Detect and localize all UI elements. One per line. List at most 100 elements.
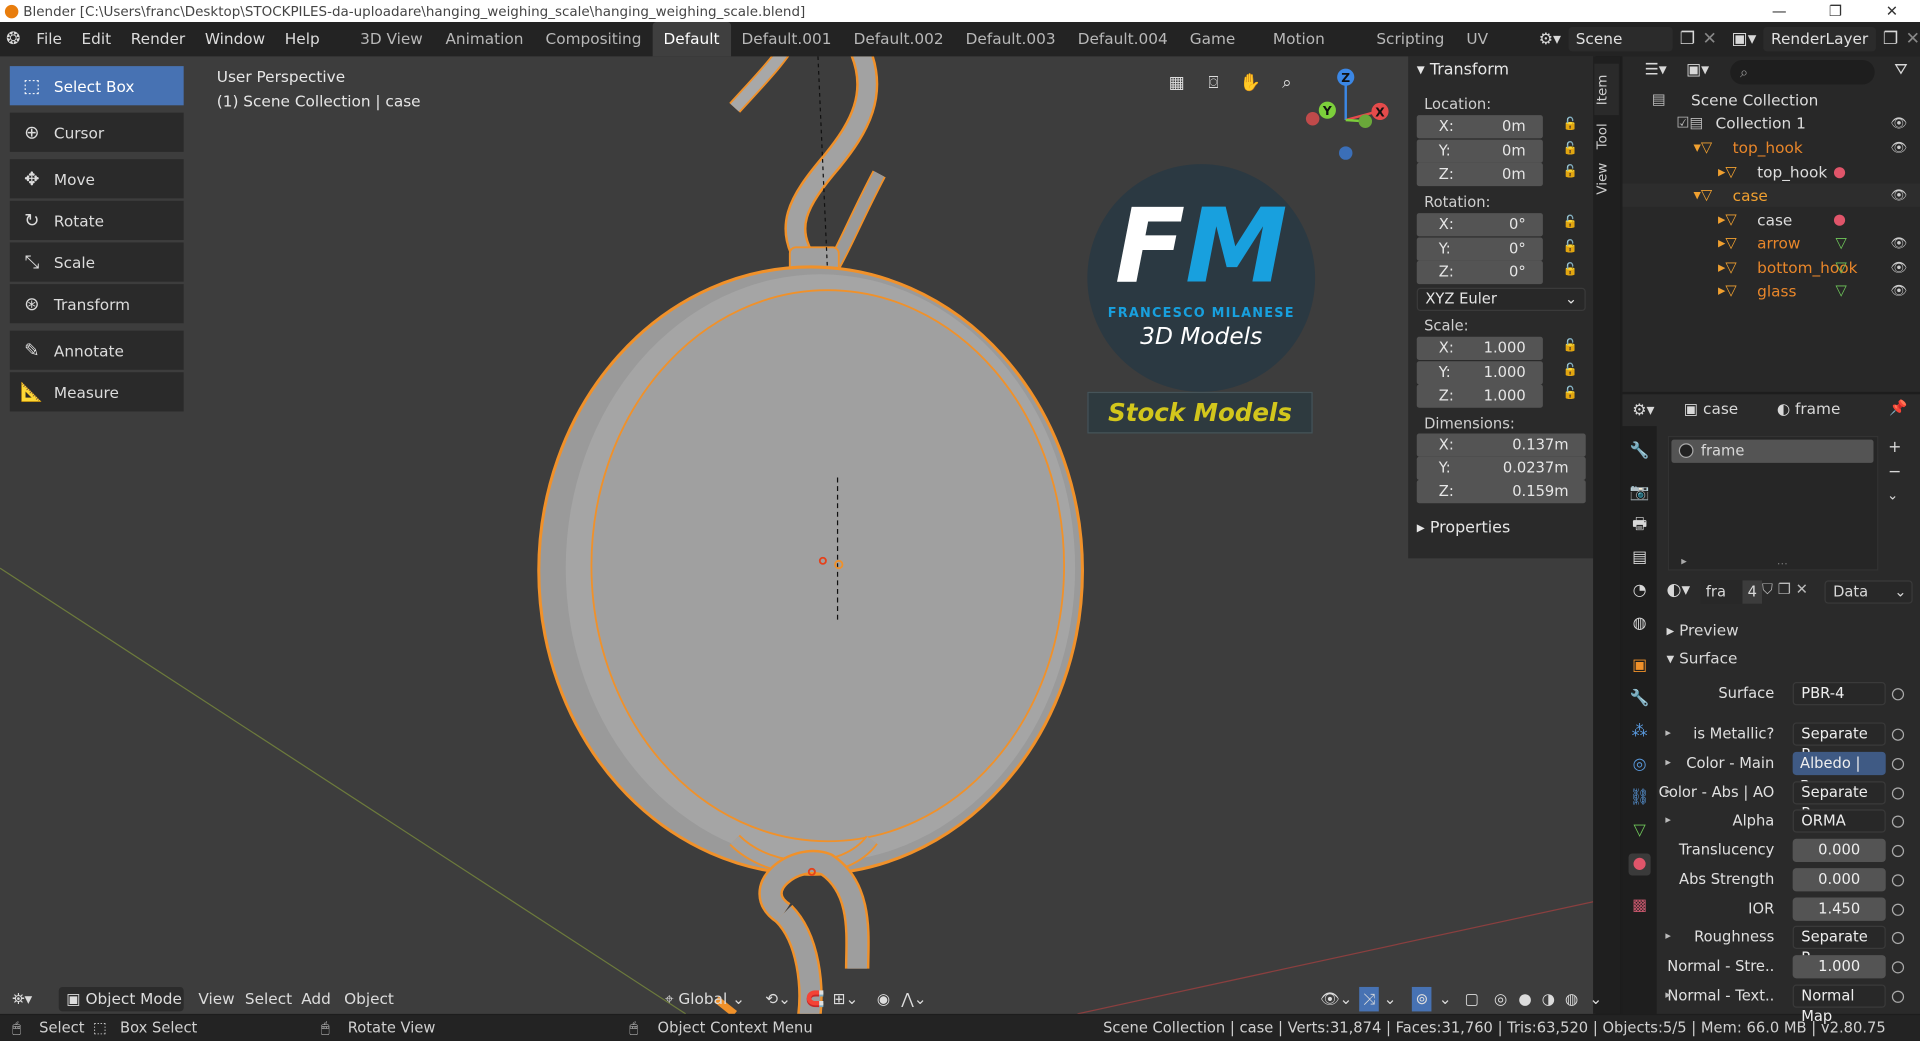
new-scene-icon[interactable]: ❐ <box>1680 29 1695 49</box>
tab-tool[interactable]: Tool <box>1594 115 1618 157</box>
tab-tool-settings[interactable]: 🔧 <box>1629 441 1651 463</box>
scale-x-field[interactable]: X: 1.000 <box>1416 336 1543 361</box>
outliner-row-top-hook[interactable]: ▾▽ top_hook 👁 <box>1622 136 1920 159</box>
expand-arrow-icon[interactable]: ▸ <box>1665 814 1671 826</box>
shading-menu-icon[interactable]: ⌄ <box>1589 987 1602 1011</box>
rotation-mode-select[interactable]: XYZ Euler ⌄ <box>1416 287 1586 312</box>
dimensions-y-field[interactable]: Y: 0.0237m <box>1416 456 1586 481</box>
props-editor-type-icon[interactable]: ⚙▾ <box>1632 402 1654 420</box>
prop-field-9[interactable]: 1.000 <box>1792 955 1886 979</box>
material-name-field[interactable]: fra <box>1700 580 1743 604</box>
maximize-button[interactable]: ❐ <box>1807 0 1863 22</box>
overlays-toggle-icon[interactable]: ⊚ <box>1411 986 1433 1012</box>
mode-select[interactable]: ▣ Object Mode ⌄ <box>58 986 184 1032</box>
tab-object[interactable]: ▣ <box>1629 655 1651 677</box>
outliner-row-top-hook[interactable]: ▸▽ top_hook ● <box>1622 160 1920 183</box>
prop-field-2[interactable]: Albedo | Ba.. <box>1792 751 1886 795</box>
render-layer-icon[interactable]: ▣▾ <box>1732 29 1757 49</box>
gizmo-menu-icon[interactable]: ⌄ <box>1384 987 1397 1011</box>
prop-field-7[interactable]: 1.450 <box>1792 897 1886 921</box>
blender-menu-icon[interactable]: ❂ <box>0 29 26 49</box>
falloff-icon[interactable]: ⋀⌄ <box>901 987 926 1011</box>
delete-scene-icon[interactable]: ✕ <box>1702 29 1716 49</box>
prop-field-5[interactable]: 0.000 <box>1792 838 1886 863</box>
snap-icon[interactable]: 🧲 <box>806 987 825 1011</box>
tab-texture[interactable]: ▩ <box>1629 895 1651 917</box>
proportional-edit-icon[interactable]: ◉ <box>877 987 890 1011</box>
tab-compositing[interactable]: Compositing <box>535 22 653 56</box>
rotation-z-field[interactable]: Z: 0° <box>1416 260 1543 285</box>
socket-dot-icon[interactable] <box>1891 757 1905 771</box>
eye-icon[interactable]: 👁 <box>1891 231 1908 254</box>
dimensions-x-field[interactable]: X: 0.137m <box>1416 433 1586 457</box>
tool-transform[interactable]: ⊛ Transform <box>9 284 184 324</box>
tab-scripting[interactable]: Scripting <box>1365 22 1455 56</box>
tab-world[interactable]: ◍ <box>1629 613 1651 635</box>
preview-panel-header[interactable]: ▸ Preview <box>1667 621 1739 639</box>
menu-help[interactable]: Help <box>275 22 329 56</box>
scene-icon[interactable]: ⚙▾ <box>1539 30 1561 48</box>
tab-default-002[interactable]: Default.002 <box>843 22 955 56</box>
outliner-search-input[interactable]: ⌕ <box>1730 60 1875 85</box>
prop-field-3[interactable]: Separate R.. <box>1792 781 1886 822</box>
socket-dot-icon[interactable] <box>1891 815 1905 828</box>
tab-default-003[interactable]: Default.003 <box>955 22 1067 56</box>
socket-dot-icon[interactable] <box>1891 903 1905 916</box>
eye-icon[interactable]: 👁 <box>1891 111 1908 134</box>
eye-icon[interactable]: 👁 <box>1891 184 1908 207</box>
eye-icon[interactable]: 👁 <box>1891 256 1908 279</box>
prop-field-0[interactable]: PBR-4 <box>1792 682 1886 706</box>
menu-file[interactable]: File <box>26 22 71 56</box>
menu-window[interactable]: Window <box>195 22 275 56</box>
scale-y-field[interactable]: Y: 1.000 <box>1416 361 1543 385</box>
zoom-icon[interactable]: ⌕ <box>1271 67 1303 99</box>
eye-icon[interactable]: 👁 <box>1891 279 1908 302</box>
expand-arrow-icon[interactable]: ▸ <box>1665 786 1671 798</box>
expand-arrow-icon[interactable]: ▸ <box>1665 757 1671 769</box>
properties-panel-header[interactable]: ▸ Properties <box>1417 519 1511 537</box>
socket-dot-icon[interactable] <box>1891 990 1905 1003</box>
lock-icon[interactable]: 🔓 <box>1562 263 1577 278</box>
tab-render[interactable]: 📷 <box>1629 482 1651 504</box>
tab-scene[interactable]: ◔ <box>1629 580 1651 602</box>
editor-type-icon[interactable]: ⛯▾ <box>12 987 32 1011</box>
tool-select-box[interactable]: ⬚ Select Box <box>9 66 184 106</box>
menu-select[interactable]: Select <box>245 987 292 1011</box>
prop-field-10[interactable]: Normal Map <box>1792 984 1886 1025</box>
gizmo-toggle-icon[interactable]: ⤨ <box>1359 986 1379 1012</box>
overlays-menu-icon[interactable]: ⌄ <box>1439 987 1452 1011</box>
tool-scale[interactable]: ⤡ Scale <box>9 242 184 282</box>
material-slot-frame[interactable]: frame <box>1671 439 1874 463</box>
outliner-row-Collection 1[interactable]: ☑▤ Collection 1 👁 <box>1622 111 1920 134</box>
shading-rendered-icon[interactable]: ◍ <box>1565 987 1578 1011</box>
tab-motion-tracking[interactable]: Motion Tracking <box>1262 22 1365 82</box>
orientation-select[interactable]: ⌖ Global ⌄ <box>665 987 745 1011</box>
tab-uv-editing[interactable]: UV Editing <box>1455 22 1531 82</box>
expand-arrow-icon[interactable]: ▸ <box>1665 989 1671 1001</box>
display-mode-icon[interactable]: ▣▾ <box>1686 61 1709 79</box>
camera-view-icon[interactable]: ⌼ <box>1198 67 1230 99</box>
lock-icon[interactable]: 🔓 <box>1562 165 1577 180</box>
tab-physics[interactable]: ◎ <box>1629 754 1651 776</box>
socket-dot-icon[interactable] <box>1891 844 1905 858</box>
socket-dot-icon[interactable] <box>1891 728 1905 741</box>
lock-icon[interactable]: 🔓 <box>1562 118 1577 133</box>
socket-dot-icon[interactable] <box>1891 961 1905 974</box>
outliner-row-Scene Collection[interactable]: ▤ Scene Collection <box>1622 88 1920 111</box>
pin-icon[interactable]: 📌 <box>1889 399 1907 416</box>
eye-icon[interactable]: 👁 <box>1891 136 1908 159</box>
lock-icon[interactable]: 🔓 <box>1562 387 1577 402</box>
tool-measure[interactable]: 📐 Measure <box>9 372 184 412</box>
location-z-field[interactable]: Z: 0m <box>1416 162 1543 187</box>
rotation-y-field[interactable]: Y: 0° <box>1416 237 1543 261</box>
expand-arrow-icon[interactable]: ▸ <box>1665 727 1671 739</box>
prop-field-6[interactable]: 0.000 <box>1792 868 1886 892</box>
menu-object[interactable]: Object <box>344 987 394 1011</box>
shading-material-icon[interactable]: ◑ <box>1542 987 1555 1011</box>
snap-target-icon[interactable]: ⊞⌄ <box>833 987 859 1011</box>
slot-menu-icon[interactable]: ⌄ <box>1887 487 1898 503</box>
tool-cursor[interactable]: ⊕ Cursor <box>9 112 184 152</box>
lock-icon[interactable]: 🔓 <box>1562 216 1577 231</box>
surface-panel-header[interactable]: ▾ Surface <box>1667 649 1738 667</box>
prop-field-8[interactable]: Separate R.. <box>1792 925 1886 966</box>
